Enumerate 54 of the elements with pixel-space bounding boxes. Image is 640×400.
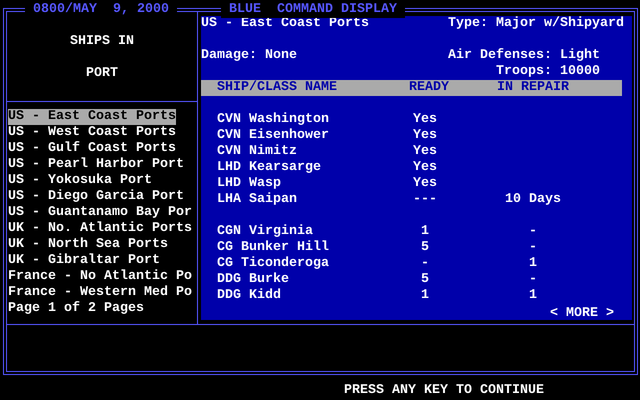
continue-prompt: PRESS ANY KEY TO CONTINUE (344, 383, 544, 399)
ship-name: DDG Kidd (217, 288, 282, 304)
column-header: READY (409, 80, 450, 96)
window-title: BLUE COMMAND DISPLAY (221, 2, 405, 18)
column-header: SHIP/CLASS NAME (217, 80, 338, 96)
ship-name: LHD Wasp (217, 176, 282, 192)
ready-cell: 1 (421, 288, 429, 304)
ready-cell: Yes (413, 128, 437, 144)
port-list-item[interactable]: US - Yokosuka Port (8, 173, 152, 189)
port-list-item[interactable]: US - East Coast Ports (8, 109, 176, 125)
repair-cell: 10 Days (505, 192, 561, 208)
port-list-item[interactable]: US - Gulf Coast Ports (8, 141, 176, 157)
port-type: Type: Major w/Shipyard (448, 16, 624, 32)
page-indicator: Page 1 of 2 Pages (8, 301, 144, 317)
port-list-item[interactable]: UK - North Sea Ports (8, 237, 168, 253)
port-list-item[interactable]: US - West Coast Ports (8, 125, 176, 141)
ready-cell: Yes (413, 176, 437, 192)
ready-cell: Yes (413, 112, 437, 128)
port-list-item[interactable]: France - Western Med Po (8, 285, 192, 301)
ship-name: LHA Saipan (217, 192, 298, 208)
ship-name: DDG Burke (217, 272, 290, 288)
panel-heading: PORT (86, 66, 118, 82)
repair-cell: 1 (529, 288, 537, 304)
ship-name: CG Bunker Hill (217, 240, 330, 256)
port-list-item[interactable]: US - Guantanamo Bay Por (8, 205, 192, 221)
repair-cell: - (529, 272, 537, 288)
ship-name: CVN Nimitz (217, 144, 298, 160)
ship-name: CVN Eisenhower (217, 128, 330, 144)
ready-cell: 1 (421, 224, 429, 240)
port-list-item[interactable]: US - Diego Garcia Port (8, 189, 184, 205)
ship-name: CGN Virginia (217, 224, 314, 240)
repair-cell: - (529, 224, 537, 240)
ship-name: CVN Washington (217, 112, 330, 128)
ready-cell: 5 (421, 272, 429, 288)
damage-status: Damage: None (201, 48, 297, 64)
more-link[interactable]: < MORE > (550, 306, 614, 322)
ready-cell: - (421, 256, 429, 272)
ready-cell: 5 (421, 240, 429, 256)
ready-cell: --- (413, 192, 437, 208)
ready-cell: Yes (413, 160, 437, 176)
repair-cell: - (529, 240, 537, 256)
port-list-item[interactable]: UK - Gibraltar Port (8, 253, 160, 269)
air-defenses: Air Defenses: Light (448, 48, 600, 64)
column-header: IN REPAIR (497, 80, 570, 96)
ship-name: CG Ticonderoga (217, 256, 330, 272)
repair-cell: 1 (529, 256, 537, 272)
port-list-item[interactable]: US - Pearl Harbor Port (8, 157, 184, 173)
ready-cell: Yes (413, 144, 437, 160)
panel-heading: SHIPS IN (70, 34, 134, 50)
troops-count: Troops: 10000 (496, 64, 600, 80)
port-name: US - East Coast Ports (201, 16, 369, 32)
ship-name: LHD Kearsarge (217, 160, 322, 176)
port-list-item[interactable]: France - No Atlantic Po (8, 269, 192, 285)
port-list-item[interactable]: UK - No. Atlantic Ports (8, 221, 192, 237)
